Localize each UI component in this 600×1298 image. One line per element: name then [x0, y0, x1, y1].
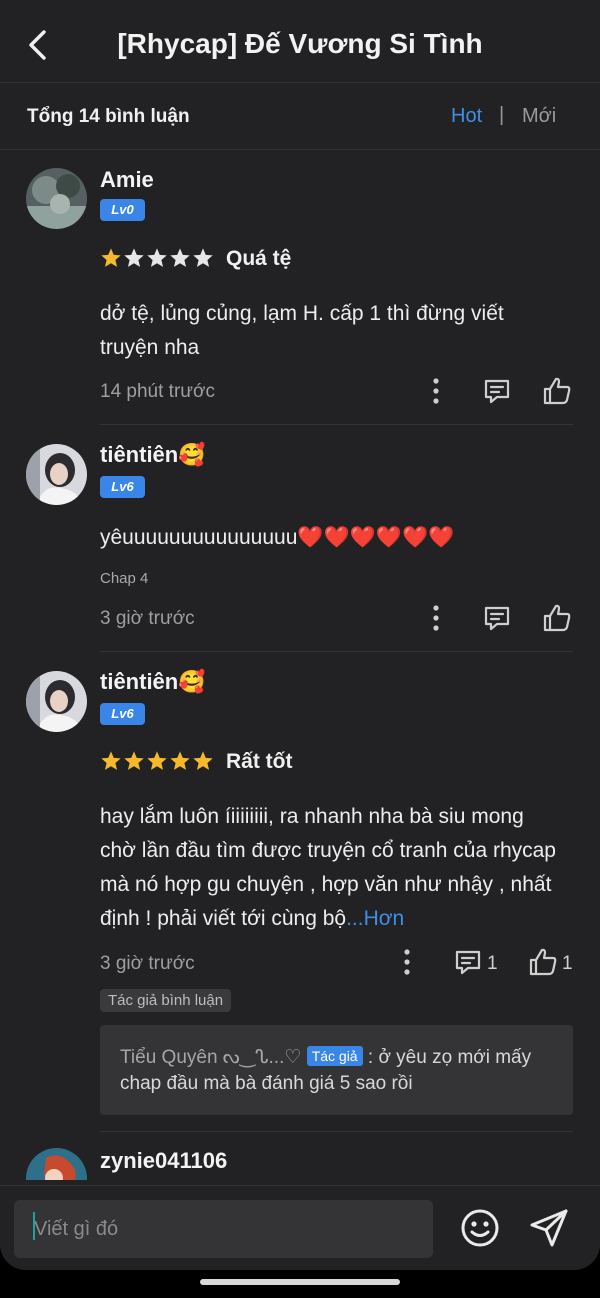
author-reply[interactable]: Tiểu Quyên ᔓ‿ᔐ...♡ Tác giả : ở yêu zọ mớ…	[100, 1025, 573, 1115]
more-options-icon[interactable]	[426, 377, 446, 405]
comment-total: Tổng 14 bình luận	[27, 106, 190, 127]
star-empty-icon	[170, 248, 190, 267]
star-filled-icon	[101, 248, 121, 267]
sort-separator: |	[499, 104, 505, 126]
star-filled-icon	[170, 751, 190, 770]
show-more-link[interactable]: ...Hơn	[346, 907, 404, 930]
comment-input[interactable]	[14, 1200, 433, 1258]
star-filled-icon	[124, 751, 144, 770]
comment-text: dở tệ, lủng củng, lạm H. cấp 1 thì đừng …	[100, 302, 504, 359]
reply-icon[interactable]	[482, 376, 512, 406]
avatar[interactable]	[26, 671, 87, 732]
emoji-icon[interactable]	[459, 1207, 501, 1249]
rating-stars	[100, 750, 214, 772]
username[interactable]: zynie041106	[100, 1148, 227, 1174]
sort-new-tab[interactable]: Mới	[522, 105, 556, 128]
like-icon[interactable]	[541, 602, 573, 634]
avatar-image	[26, 671, 87, 732]
star-empty-icon	[124, 248, 144, 267]
sort-hot-tab[interactable]: Hot	[451, 105, 482, 128]
level-badge: Lv0	[100, 199, 145, 221]
comment-divider	[100, 424, 573, 425]
username[interactable]: tiêntiên🥰	[100, 669, 206, 695]
comment-text: yêuuuuuuuuuuuuuuu❤️❤️❤️❤️❤️❤️	[100, 526, 455, 549]
text-cursor	[33, 1212, 35, 1240]
top-bar: [Rhycap] Đế Vương Si Tình	[0, 0, 600, 83]
comment-time: 3 giờ trước	[100, 953, 195, 974]
star-filled-icon	[147, 751, 167, 770]
comment-text-content: hay lắm luôn íiiiiiiii, ra nhanh nha bà …	[100, 805, 556, 930]
like-count: 1	[562, 953, 573, 974]
reply-icon[interactable]	[453, 947, 483, 977]
level-badge: Lv6	[100, 476, 145, 498]
comment-divider	[100, 1131, 573, 1132]
chapter-label[interactable]: Chap 4	[100, 570, 148, 587]
star-filled-icon	[193, 751, 213, 770]
star-empty-icon	[147, 248, 167, 267]
like-icon[interactable]	[541, 375, 573, 407]
username[interactable]: tiêntiên🥰	[100, 442, 206, 468]
home-indicator[interactable]	[200, 1279, 400, 1285]
username[interactable]: Amie	[100, 167, 154, 193]
avatar-image	[26, 1148, 87, 1180]
more-options-icon[interactable]	[426, 604, 446, 632]
comment-input-bar	[0, 1185, 600, 1270]
rating-label: Rất tốt	[226, 750, 293, 773]
level-badge: Lv6	[100, 703, 145, 725]
send-icon[interactable]	[528, 1206, 572, 1250]
avatar[interactable]	[26, 1148, 87, 1180]
avatar-image	[26, 444, 87, 505]
avatar-image	[26, 168, 87, 229]
avatar[interactable]	[26, 168, 87, 229]
comment-time: 14 phút trước	[100, 381, 215, 402]
reply-count: 1	[487, 953, 498, 974]
reply-text: Tiểu Quyên ᔓ‿ᔐ...♡ Tác giả : ở yêu zọ mớ…	[120, 1045, 560, 1097]
author-commented-tag: Tác giả bình luận	[100, 989, 232, 1012]
author-badge: Tác giả	[306, 1046, 363, 1066]
page-title: [Rhycap] Đế Vương Si Tình	[117, 28, 483, 59]
more-options-icon[interactable]	[397, 948, 417, 976]
like-icon[interactable]	[527, 946, 559, 978]
star-empty-icon	[193, 248, 213, 267]
rating-label: Quá tệ	[226, 247, 292, 270]
avatar[interactable]	[26, 444, 87, 505]
rating-stars	[100, 247, 214, 269]
reply-author-name[interactable]: Tiểu Quyên ᔓ‿ᔐ...♡	[120, 1047, 301, 1068]
comments-screen: [Rhycap] Đế Vương Si Tình Tổng 14 bình l…	[0, 0, 600, 1270]
comment-text: hay lắm luôn íiiiiiiii, ra nhanh nha bà …	[100, 800, 560, 936]
comment-divider	[100, 651, 573, 652]
reply-icon[interactable]	[482, 603, 512, 633]
comment-time: 3 giờ trước	[100, 608, 195, 629]
star-filled-icon	[101, 751, 121, 770]
